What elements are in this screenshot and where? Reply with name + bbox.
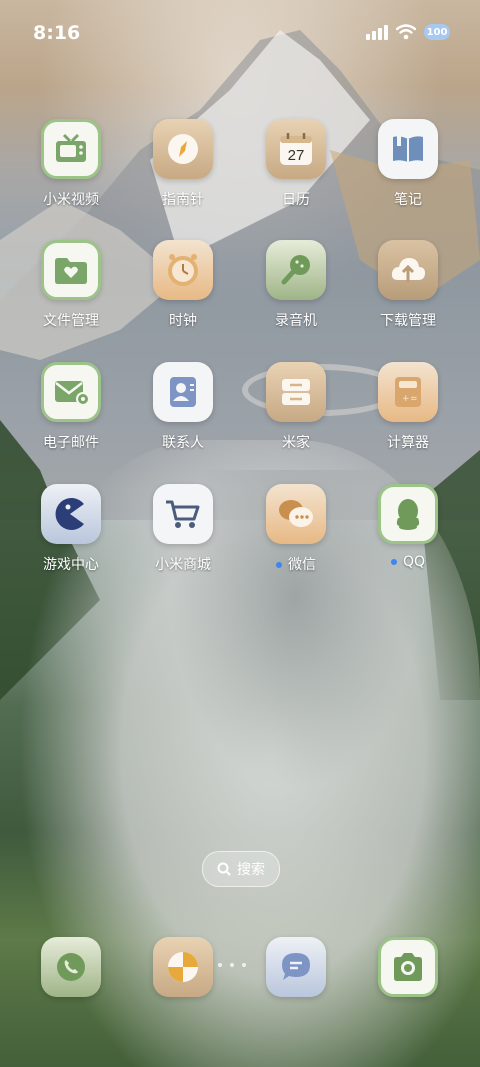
- app-qq[interactable]: QQ: [358, 484, 458, 570]
- calculator-icon: + =: [378, 362, 438, 422]
- app-label-text: QQ: [402, 554, 426, 570]
- app-contacts[interactable]: 联系人: [133, 362, 233, 452]
- status-bar: 8:16 100: [0, 0, 480, 66]
- app-label-text: 微信: [288, 557, 316, 573]
- app-download-manager[interactable]: 下载管理: [358, 240, 458, 330]
- mail-icon: [41, 362, 101, 422]
- app-label: 计算器: [387, 435, 429, 451]
- app-label: 下载管理: [380, 313, 436, 329]
- app-calculator[interactable]: + = 计算器: [358, 362, 458, 452]
- app-label: 微信: [246, 554, 346, 574]
- camera-icon: [378, 937, 438, 997]
- status-icons: 100: [366, 24, 450, 40]
- app-label: 电子邮件: [43, 435, 99, 451]
- microphone-icon: [266, 240, 326, 300]
- app-label: 游戏中心: [43, 557, 99, 573]
- notes-icon: [378, 119, 438, 179]
- wechat-icon: [266, 484, 326, 544]
- shop-cart-icon: [153, 484, 213, 544]
- app-label: QQ: [358, 554, 458, 570]
- svg-text:=: =: [410, 394, 418, 404]
- status-time: 8:16: [33, 22, 81, 44]
- notification-dot: [390, 559, 397, 565]
- browser-icon: [153, 937, 213, 997]
- dock-messages[interactable]: [246, 937, 346, 997]
- app-label: 文件管理: [43, 313, 99, 329]
- clock-icon: [153, 240, 213, 300]
- app-mi-store[interactable]: 小米商城: [133, 484, 233, 574]
- app-label: 小米商城: [155, 557, 211, 573]
- signal-icon: [366, 24, 388, 40]
- dock-camera[interactable]: [358, 937, 458, 997]
- messages-icon: [266, 937, 326, 997]
- app-recorder[interactable]: 录音机: [246, 240, 346, 330]
- app-label: 小米视频: [43, 192, 99, 208]
- search-button[interactable]: 搜索: [202, 851, 280, 887]
- search-icon: [217, 862, 231, 876]
- svg-text:+: +: [402, 394, 410, 404]
- calendar-icon: 27: [266, 119, 326, 179]
- folder-icon: [41, 240, 101, 300]
- wifi-icon: [396, 24, 416, 40]
- app-compass[interactable]: 指南针: [133, 119, 233, 209]
- phone-icon: [41, 937, 101, 997]
- app-email[interactable]: 电子邮件: [21, 362, 121, 452]
- app-game-center[interactable]: 游戏中心: [21, 484, 121, 574]
- app-label: 录音机: [275, 313, 317, 329]
- compass-icon: [153, 119, 213, 179]
- dock-phone[interactable]: [21, 937, 121, 997]
- mihome-icon: [266, 362, 326, 422]
- app-label: 指南针: [162, 192, 204, 208]
- app-wechat[interactable]: 微信: [246, 484, 346, 574]
- contacts-icon: [153, 362, 213, 422]
- app-mihome[interactable]: 米家: [246, 362, 346, 452]
- app-calendar[interactable]: 27 日历: [246, 119, 346, 209]
- app-notes[interactable]: 笔记: [358, 119, 458, 209]
- app-clock[interactable]: 时钟: [133, 240, 233, 330]
- app-label: 时钟: [169, 313, 197, 329]
- app-label: 米家: [282, 435, 310, 451]
- app-label: 联系人: [162, 435, 204, 451]
- dock-browser[interactable]: [133, 937, 233, 997]
- download-icon: [378, 240, 438, 300]
- app-xiaomi-video[interactable]: 小米视频: [21, 119, 121, 209]
- battery-icon: 100: [424, 24, 450, 40]
- search-label: 搜索: [237, 862, 265, 878]
- tv-icon: [41, 119, 101, 179]
- game-icon: [41, 484, 101, 544]
- qq-icon: [378, 484, 438, 544]
- app-file-manager[interactable]: 文件管理: [21, 240, 121, 330]
- calendar-date: 27: [288, 147, 305, 164]
- app-label: 日历: [282, 192, 310, 208]
- app-label: 笔记: [394, 192, 422, 208]
- notification-dot: [276, 562, 282, 568]
